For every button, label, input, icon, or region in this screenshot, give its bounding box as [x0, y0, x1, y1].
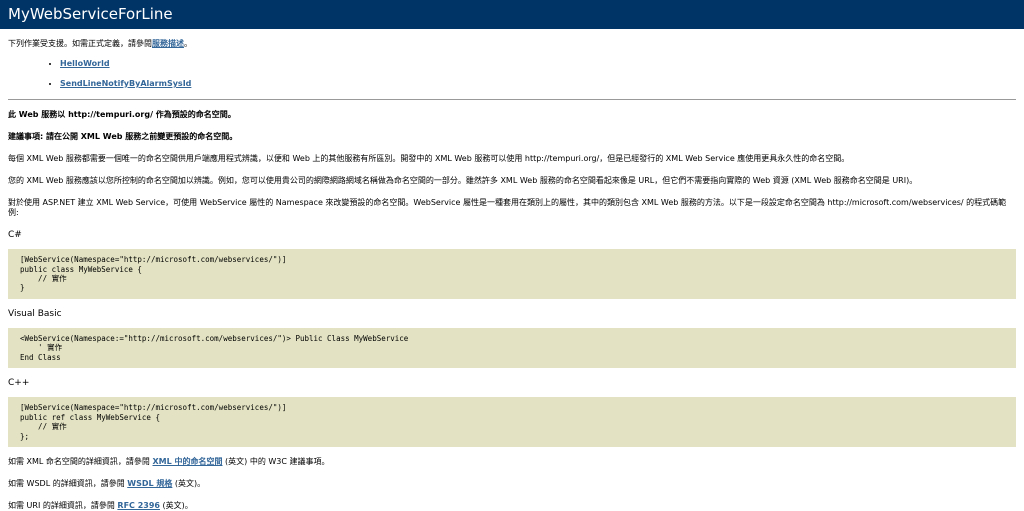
- operation-link-helloworld[interactable]: HelloWorld: [60, 59, 110, 68]
- code-example-cpp: [WebService(Namespace="http://microsoft.…: [8, 397, 1016, 447]
- intro-paragraph: 下列作業受支援。如需正式定義，請參閱服務描述。: [8, 39, 1016, 49]
- operations-list: HelloWorld SendLineNotifyByAlarmSysId: [8, 59, 1016, 89]
- service-description-link[interactable]: 服務描述: [152, 39, 184, 48]
- namespace-recommendation: 建議事項: 請在公開 XML Web 服務之前變更預設的命名空間。: [8, 132, 238, 141]
- namespace-p1-ns: http://tempuri.org/: [68, 110, 153, 119]
- xml-ref-suffix: (英文) 中的 W3C 建議事項。: [225, 456, 330, 466]
- operation-item: SendLineNotifyByAlarmSysId: [60, 79, 1016, 89]
- example-language-label: C#: [8, 230, 22, 240]
- example-language-label: Visual Basic: [8, 308, 62, 319]
- divider: [8, 99, 1016, 100]
- operation-link-sendlinenotify[interactable]: SendLineNotifyByAlarmSysId: [60, 79, 191, 88]
- intro-text: 下列作業受支援。如需正式定義，請參閱: [8, 39, 152, 48]
- namespace-paragraph-1: 此 Web 服務以 http://tempuri.org/ 作為預設的命名空間。: [8, 110, 1016, 120]
- wsdl-ref-prefix: 如需 WSDL 的詳細資訊，請參閱: [8, 478, 125, 488]
- operation-item: HelloWorld: [60, 59, 1016, 69]
- wsdl-ref-suffix: (英文)。: [174, 478, 206, 488]
- xml-namespaces-link[interactable]: XML 中的命名空間: [152, 457, 222, 466]
- example-language-label: C++: [8, 378, 30, 389]
- namespace-paragraph-3: 每個 XML Web 服務都需要一個唯一的命名空間供用戶端應用程式辨識，以便和 …: [8, 154, 850, 163]
- xml-namespace-reference: 如需 XML 命名空間的詳細資訊，請參閱 XML 中的命名空間 (英文) 中的 …: [8, 457, 1016, 467]
- namespace-p1-suffix: 作為預設的命名空間。: [155, 110, 236, 119]
- uri-reference: 如需 URI 的詳細資訊，請參閱 RFC 2396 (英文)。: [8, 501, 1016, 511]
- xml-ref-prefix: 如需 XML 命名空間的詳細資訊，請參閱: [8, 456, 150, 466]
- intro-end: 。: [184, 39, 192, 48]
- namespace-paragraph-5: 對於使用 ASP.NET 建立 XML Web Service，可使用 WebS…: [8, 198, 1007, 217]
- namespace-p1-prefix: 此 Web 服務以: [8, 110, 66, 119]
- uri-ref-prefix: 如需 URI 的詳細資訊，請參閱: [8, 500, 115, 510]
- uri-ref-suffix: (英文)。: [162, 500, 193, 510]
- code-example-vb: <WebService(Namespace:="http://microsoft…: [8, 328, 1016, 369]
- code-example-csharp: [WebService(Namespace="http://microsoft.…: [8, 249, 1016, 299]
- main-content: 下列作業受支援。如需正式定義，請參閱服務描述。 HelloWorld SendL…: [0, 29, 1024, 511]
- namespace-paragraph-4: 您的 XML Web 服務應該以您所控制的命名空間加以辨識。例如，您可以使用貴公…: [8, 176, 918, 185]
- wsdl-reference: 如需 WSDL 的詳細資訊，請參閱 WSDL 規格 (英文)。: [8, 479, 1016, 489]
- wsdl-spec-link[interactable]: WSDL 規格: [127, 479, 172, 488]
- rfc2396-link[interactable]: RFC 2396: [117, 501, 160, 510]
- page-title: MyWebServiceForLine: [8, 5, 173, 24]
- header-bar: MyWebServiceForLine: [0, 0, 1024, 29]
